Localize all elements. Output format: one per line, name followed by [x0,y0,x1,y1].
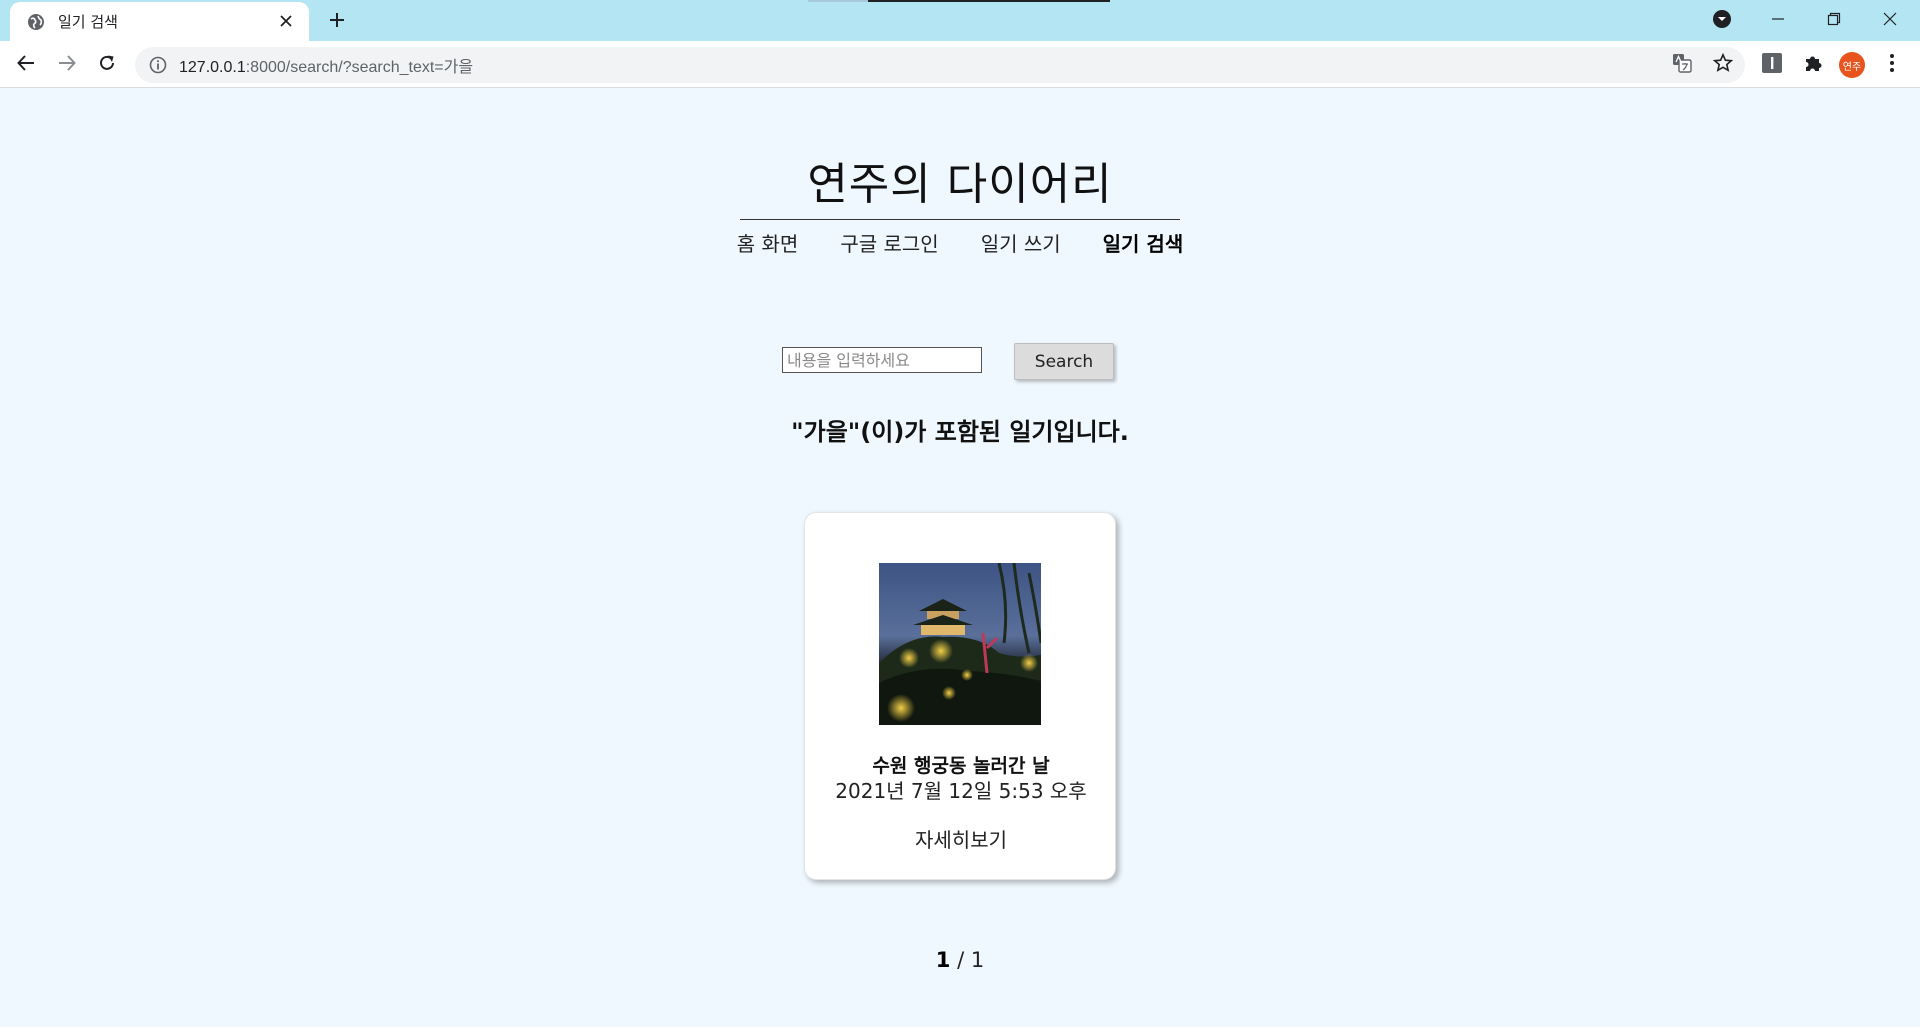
plus-icon [329,12,345,32]
pagination-separator: / [957,948,965,972]
title-divider [740,219,1180,220]
tab-search-icon [1712,9,1732,33]
browser-toolbar: 127.0.0.1:8000/search/?search_text=가을 [0,41,1920,88]
reload-button[interactable] [91,49,123,81]
browser-tab-active[interactable]: 일기 검색 [10,2,309,41]
nav-google-login[interactable]: 구글 로그인 [840,228,938,257]
view-details-link[interactable]: 자세히보기 [805,824,1117,853]
extension-reader-button[interactable] [1756,49,1788,81]
address-bar[interactable]: 127.0.0.1:8000/search/?search_text=가을 [135,47,1745,83]
forward-button[interactable] [51,49,83,81]
nav-home[interactable]: 홈 화면 [737,228,799,257]
profile-avatar[interactable]: 연주 [1839,52,1865,78]
arrow-left-icon [17,54,35,76]
tab-strip: 일기 검색 [0,0,1920,41]
restore-icon [1827,11,1841,30]
search-button[interactable]: Search [1014,343,1114,380]
close-icon[interactable] [275,10,297,32]
chrome-menu-button[interactable] [1876,49,1908,81]
new-tab-button[interactable] [323,8,351,36]
url-host: 127.0.0.1 [179,59,246,76]
diary-title: 수원 행궁동 놀러간 날 [872,755,1050,777]
minimize-icon [1771,11,1785,30]
site-nav: 홈 화면 구글 로그인 일기 쓰기 일기 검색 [0,228,1920,257]
star-icon [1712,52,1734,77]
reload-icon [98,54,116,76]
pagination-current[interactable]: 1 [936,948,951,972]
extensions-button[interactable] [1797,49,1829,81]
tab-title: 일기 검색 [58,13,118,31]
back-button[interactable] [10,49,42,81]
diary-date: 2021년 7월 12일 5:53 오후 [835,779,1087,803]
translate-icon [1672,53,1692,77]
nav-search-diary[interactable]: 일기 검색 [1103,228,1184,257]
url-path: :8000/search/?search_text=가을 [245,59,474,76]
arrow-right-icon [58,54,76,76]
kebab-menu-icon [1889,53,1895,77]
puzzle-icon [1803,53,1823,77]
minimize-button[interactable] [1750,0,1806,41]
restore-button[interactable] [1806,0,1862,41]
site-title: 연주의 다이어리 [807,159,1113,210]
diary-card: 수원 행궁동 놀러간 날 2021년 7월 12일 5:53 오후 자세히보기 [804,512,1116,880]
profile-label: 연주 [1842,61,1862,73]
info-icon[interactable] [149,56,167,74]
bookmark-button[interactable] [1707,49,1739,81]
translate-button[interactable] [1666,49,1698,81]
result-heading: "가을"(이)가 포함된 일기입니다. [791,418,1129,446]
close-window-button[interactable] [1862,0,1918,41]
close-icon [1883,11,1897,30]
pagination-total: 1 [970,948,985,972]
nav-write-diary[interactable]: 일기 쓰기 [981,228,1061,257]
extension-icon [1762,53,1782,77]
tab-strip-indicator [808,0,1110,2]
url-text: 127.0.0.1:8000/search/?search_text=가을 [179,53,473,77]
search-input[interactable] [782,347,982,373]
globe-icon [26,12,46,32]
pagination: 1 / 1 [0,948,1920,972]
tab-search-button[interactable] [1694,0,1750,41]
diary-thumbnail[interactable] [879,563,1041,725]
